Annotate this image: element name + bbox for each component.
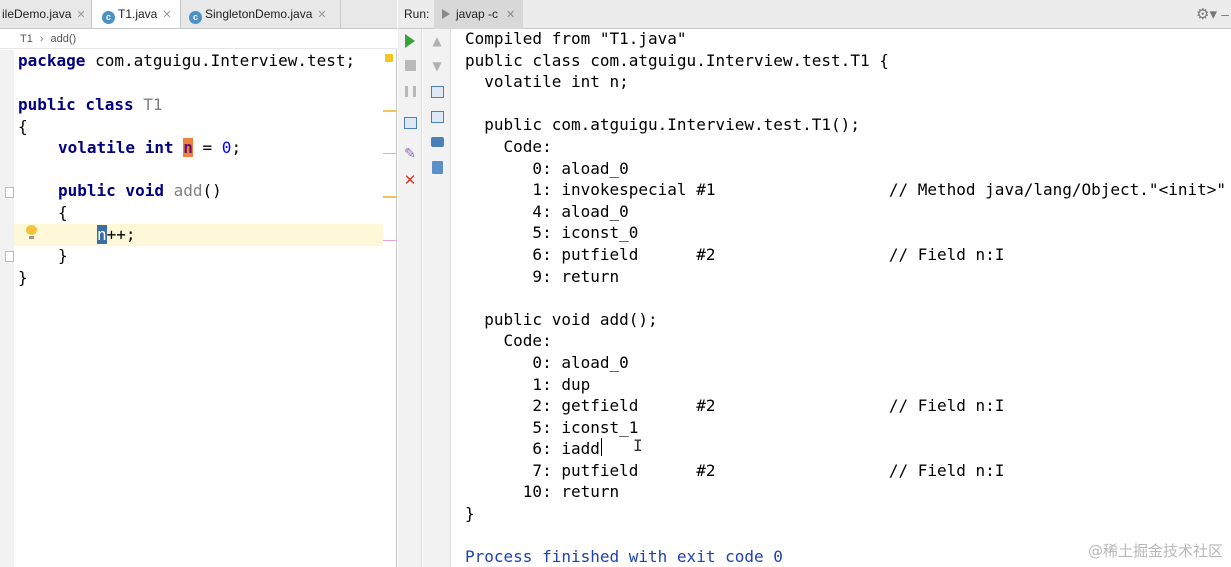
gear-icon[interactable]: ⚙▾: [1196, 0, 1217, 29]
stripe-marker[interactable]: [383, 110, 397, 112]
stripe-marker[interactable]: [383, 240, 397, 241]
tab-ilede-demo[interactable]: ileDemo.java ✕: [0, 0, 92, 28]
console-line: Compiled from "T1.java": [465, 29, 687, 48]
field-n-selected: n: [97, 225, 107, 244]
console-line: 0: aload_0: [465, 158, 629, 178]
editor-tab-bar: ileDemo.java ✕ c T1.java ✕ c SingletonDemo.j…: [0, 0, 397, 29]
console-line: }: [465, 504, 475, 524]
run-toolbar-primary: ✎ ✕: [398, 29, 422, 567]
run-tool-window: Run: javap -c ✕ ⚙▾ – ✎ ✕ ▲ ▼ Compiled fro…: [398, 0, 1231, 567]
console-line: volatile int n;: [465, 72, 629, 92]
breadcrumb-class[interactable]: T1: [20, 33, 33, 45]
stripe-marker[interactable]: [383, 153, 397, 154]
lightbulb-icon[interactable]: [25, 225, 37, 239]
console-line: 5: iconst_0: [465, 223, 639, 243]
layout-icon[interactable]: [401, 114, 419, 132]
console-output[interactable]: Compiled from "T1.java" public class com…: [465, 28, 1231, 567]
code-line: public void add(): [58, 181, 222, 200]
console-line: 4: aload_0: [465, 201, 629, 221]
pause-icon[interactable]: [401, 83, 419, 101]
console-line: 6: iadd: [465, 439, 600, 459]
run-icon[interactable]: [401, 32, 419, 50]
code-line: volatile int n = 0;: [58, 138, 242, 157]
console-line: 0: aload_0: [465, 352, 629, 372]
run-config-tab[interactable]: javap -c ✕: [434, 0, 524, 29]
code-line: }: [58, 246, 68, 265]
field-n-highlight: n: [183, 138, 193, 157]
close-run-icon[interactable]: ✕: [401, 171, 419, 189]
close-icon[interactable]: ✕: [76, 9, 85, 21]
print-icon[interactable]: [428, 133, 446, 151]
breadcrumb-method[interactable]: add(): [51, 33, 77, 45]
text-caret: [601, 438, 602, 456]
console-line: 6: putfield #2 // Field n:I: [465, 244, 1005, 264]
console-line: Code:: [465, 331, 552, 351]
code-line: package com.atguigu.Interview.test;: [18, 51, 356, 70]
close-icon[interactable]: ✕: [317, 9, 326, 21]
code-line: n++;: [97, 225, 136, 244]
console-line: 9: return: [465, 266, 620, 286]
console-line: 1: dup: [465, 374, 591, 394]
arrow-up-icon[interactable]: ▲: [428, 32, 446, 50]
warning-square-icon[interactable]: [385, 54, 393, 62]
tab-singleton-demo[interactable]: c SingletonDemo.java ✕: [181, 0, 341, 28]
arrow-down-icon[interactable]: ▼: [428, 57, 446, 75]
soft-wrap-icon[interactable]: [428, 83, 446, 101]
pin-icon[interactable]: ✎: [401, 145, 419, 163]
fold-icon[interactable]: [5, 187, 14, 198]
code-line: public class T1: [18, 95, 163, 114]
console-line: 10: return: [465, 482, 620, 502]
console-line: Code:: [465, 136, 552, 156]
fold-icon[interactable]: [5, 251, 14, 262]
ibeam-cursor-icon: I: [633, 436, 643, 455]
stripe-marker[interactable]: [383, 196, 397, 198]
scroll-to-end-icon[interactable]: [428, 108, 446, 126]
tab-label: SingletonDemo.java: [205, 7, 313, 21]
code-line: }: [18, 268, 28, 287]
watermark: @稀土掘金技术社区: [1087, 542, 1223, 560]
hide-icon[interactable]: –: [1221, 0, 1229, 29]
console-line: public void add();: [465, 309, 658, 329]
console-line: public class com.atguigu.Interview.test.…: [465, 50, 889, 70]
code-line: {: [58, 203, 68, 222]
error-stripe: [383, 50, 396, 567]
stop-icon[interactable]: [401, 57, 419, 75]
console-line: 5: iconst_1: [465, 417, 639, 437]
tab-label: T1.java: [118, 7, 158, 21]
java-class-icon: c: [102, 11, 115, 24]
code-line: {: [18, 117, 28, 136]
console-line: 2: getfield #2 // Field n:I: [465, 396, 1005, 416]
breadcrumb: T1 › add(): [0, 29, 397, 49]
chevron-right-icon: ›: [39, 33, 44, 45]
close-icon[interactable]: ✕: [162, 9, 171, 21]
caret-line-highlight: [14, 224, 384, 246]
editor-pane: ileDemo.java ✕ c T1.java ✕ c SingletonDemo.j…: [0, 0, 397, 567]
tab-t1-java[interactable]: c T1.java ✕: [92, 0, 181, 28]
run-header: Run: javap -c ✕ ⚙▾ –: [398, 0, 1231, 29]
java-class-icon: c: [189, 11, 202, 24]
tab-label: ileDemo.java: [2, 7, 72, 21]
trash-icon[interactable]: [428, 159, 446, 177]
play-icon: [442, 9, 450, 19]
console-line: public com.atguigu.Interview.test.T1();: [465, 115, 860, 135]
console-line: 7: putfield #2 // Field n:I: [465, 460, 1005, 480]
close-icon[interactable]: ✕: [506, 9, 515, 21]
console-line: 1: invokespecial #1 // Method java/lang/…: [465, 180, 1226, 200]
run-label: Run:: [404, 7, 430, 21]
run-toolbar-secondary: ▲ ▼: [423, 29, 451, 567]
run-tab-label: javap -c: [456, 7, 499, 21]
editor-gutter: [0, 50, 14, 567]
